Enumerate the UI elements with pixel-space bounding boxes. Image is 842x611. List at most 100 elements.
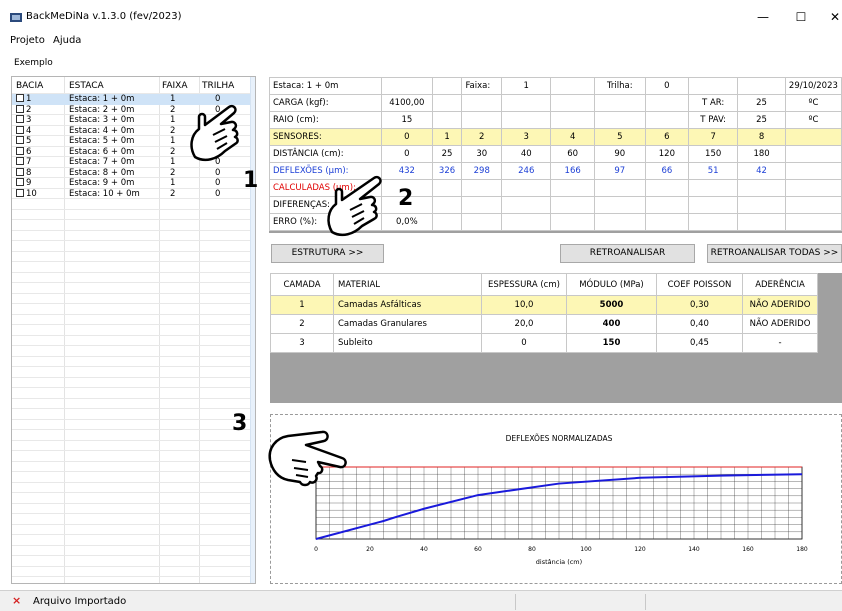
bacia-number: 5	[26, 136, 32, 146]
distancia-cell[interactable]: 90	[593, 145, 646, 163]
layer-material[interactable]: Camadas Granulares	[333, 314, 482, 334]
list-scrollbar[interactable]	[250, 77, 255, 583]
row-checkbox[interactable]	[16, 188, 24, 197]
header-poisson: COEF POISSON	[656, 273, 743, 296]
layer-poisson[interactable]: 0,45	[656, 333, 743, 353]
close-button[interactable]: ✕	[820, 6, 842, 28]
deflexao-cell[interactable]: 166	[550, 162, 595, 180]
faixa-cell[interactable]: 1	[170, 136, 175, 146]
estaca-cell[interactable]: Estaca: 9 + 0m	[69, 178, 134, 188]
layer-espessura[interactable]: 10,0	[481, 295, 567, 315]
layer-row[interactable]: 2 Camadas Granulares 20,0 400 0,40 NÃO A…	[270, 314, 818, 334]
deflexao-cell[interactable]: 51	[688, 162, 739, 180]
bacia-cell[interactable]: 3	[16, 115, 31, 125]
layer-material[interactable]: Subleito	[333, 333, 482, 353]
faixa-cell[interactable]: 2	[170, 147, 175, 157]
retroanalisar-todas-button[interactable]: RETROANALISAR TODAS >>	[707, 244, 842, 263]
layer-aderencia[interactable]: NÃO ADERIDO	[742, 295, 818, 315]
faixa-cell[interactable]: 2	[170, 168, 175, 178]
row-checkbox[interactable]	[16, 157, 24, 165]
bacia-cell[interactable]: 7	[16, 157, 31, 167]
faixa-cell[interactable]: 2	[170, 189, 175, 199]
row-checkbox[interactable]	[16, 167, 24, 176]
faixa-cell[interactable]: 2	[170, 126, 175, 136]
bacia-cell[interactable]: 1	[16, 94, 31, 104]
distancia-cell[interactable]: 60	[550, 145, 595, 163]
estaca-cell[interactable]: Estaca: 4 + 0m	[69, 126, 134, 136]
distancia-cell[interactable]: 30	[461, 145, 503, 163]
layer-row[interactable]: 3 Subleito 0 150 0,45 -	[270, 333, 818, 353]
tar-label: T AR:	[688, 94, 739, 112]
faixa-cell[interactable]: 1	[170, 178, 175, 188]
minimize-button[interactable]: —	[748, 6, 778, 28]
estaca-cell[interactable]: Estaca: 6 + 0m	[69, 147, 134, 157]
distancia-cell[interactable]: 0	[381, 145, 433, 163]
menu-ajuda[interactable]: Ajuda	[53, 35, 81, 46]
distancia-cell[interactable]: 180	[737, 145, 786, 163]
table-row[interactable]: 10 Estaca: 10 + 0m 2 0	[12, 188, 255, 200]
distancia-cell[interactable]: 40	[501, 145, 552, 163]
carga-value[interactable]: 4100,00	[381, 94, 433, 112]
bacia-cell[interactable]: 6	[16, 146, 31, 157]
deflexao-cell[interactable]: 97	[593, 162, 646, 180]
row-checkbox[interactable]	[16, 94, 24, 102]
table-row[interactable]: 9 Estaca: 9 + 0m 1 0	[12, 178, 255, 189]
bacia-number: 10	[26, 188, 37, 199]
layer-espessura[interactable]: 0	[481, 333, 567, 353]
estaca-cell[interactable]: Estaca: 2 + 0m	[69, 105, 134, 115]
bacia-cell[interactable]: 8	[16, 167, 31, 178]
bacia-cell[interactable]: 5	[16, 136, 31, 146]
layer-aderencia[interactable]: NÃO ADERIDO	[742, 314, 818, 334]
distancia-cell[interactable]: 150	[688, 145, 739, 163]
estaca-cell[interactable]: Estaca: 8 + 0m	[69, 168, 134, 178]
layer-poisson[interactable]: 0,30	[656, 295, 743, 315]
layer-aderencia[interactable]: -	[742, 333, 818, 353]
maximize-button[interactable]: ☐	[786, 6, 816, 28]
faixa-cell[interactable]: 2	[170, 105, 175, 115]
estrutura-button[interactable]: ESTRUTURA >>	[271, 244, 384, 263]
layer-modulo[interactable]: 150	[566, 333, 657, 353]
menu-projeto[interactable]: Projeto	[10, 35, 45, 46]
faixa-value[interactable]: 1	[501, 77, 552, 95]
bacia-cell[interactable]: 10	[16, 188, 37, 199]
deflexao-cell[interactable]: 298	[461, 162, 503, 180]
raio-value[interactable]: 15	[381, 111, 433, 129]
row-checkbox[interactable]	[16, 125, 24, 134]
estaca-cell[interactable]: Estaca: 5 + 0m	[69, 136, 134, 146]
row-checkbox[interactable]	[16, 104, 24, 113]
estaca-cell[interactable]: Estaca: 7 + 0m	[69, 157, 134, 167]
bacia-cell[interactable]: 9	[16, 178, 31, 188]
date-value[interactable]: 29/10/2023	[784, 77, 842, 95]
tpav-value[interactable]: 25	[737, 111, 786, 129]
estaca-cell[interactable]: Estaca: 1 + 0m	[69, 94, 134, 104]
layer-row[interactable]: 1 Camadas Asfálticas 10,0 5000 0,30 NÃO …	[270, 295, 818, 315]
row-checkbox[interactable]	[16, 136, 24, 144]
layer-poisson[interactable]: 0,40	[656, 314, 743, 334]
row-checkbox[interactable]	[16, 115, 24, 123]
layer-material[interactable]: Camadas Asfálticas	[333, 295, 482, 315]
sensor-cell: 2	[461, 128, 503, 146]
faixa-cell[interactable]: 1	[170, 115, 175, 125]
deflexao-cell[interactable]: 66	[644, 162, 690, 180]
distancia-cell[interactable]: 25	[431, 145, 463, 163]
bacia-cell[interactable]: 4	[16, 125, 31, 136]
row-checkbox[interactable]	[16, 178, 24, 186]
faixa-cell[interactable]: 1	[170, 94, 175, 104]
layer-modulo[interactable]: 400	[566, 314, 657, 334]
layer-espessura[interactable]: 20,0	[481, 314, 567, 334]
retroanalisar-button[interactable]: RETROANALISAR	[560, 244, 695, 263]
trilha-cell[interactable]: 0	[215, 189, 220, 199]
estaca-cell[interactable]: Estaca: 3 + 0m	[69, 115, 134, 125]
deflexao-cell[interactable]: 326	[431, 162, 463, 180]
distancia-cell[interactable]: 120	[644, 145, 690, 163]
faixa-cell[interactable]: 1	[170, 157, 175, 167]
layer-modulo[interactable]: 5000	[566, 295, 657, 315]
estaca-cell[interactable]: Estaca: 10 + 0m	[69, 189, 140, 199]
row-checkbox[interactable]	[16, 146, 24, 155]
deflexao-cell[interactable]: 246	[501, 162, 552, 180]
deflexao-cell[interactable]: 42	[737, 162, 786, 180]
bacia-cell[interactable]: 2	[16, 104, 31, 115]
trilha-cell[interactable]: 0	[215, 178, 220, 188]
tar-value[interactable]: 25	[737, 94, 786, 112]
trilha-value[interactable]: 0	[644, 77, 690, 95]
